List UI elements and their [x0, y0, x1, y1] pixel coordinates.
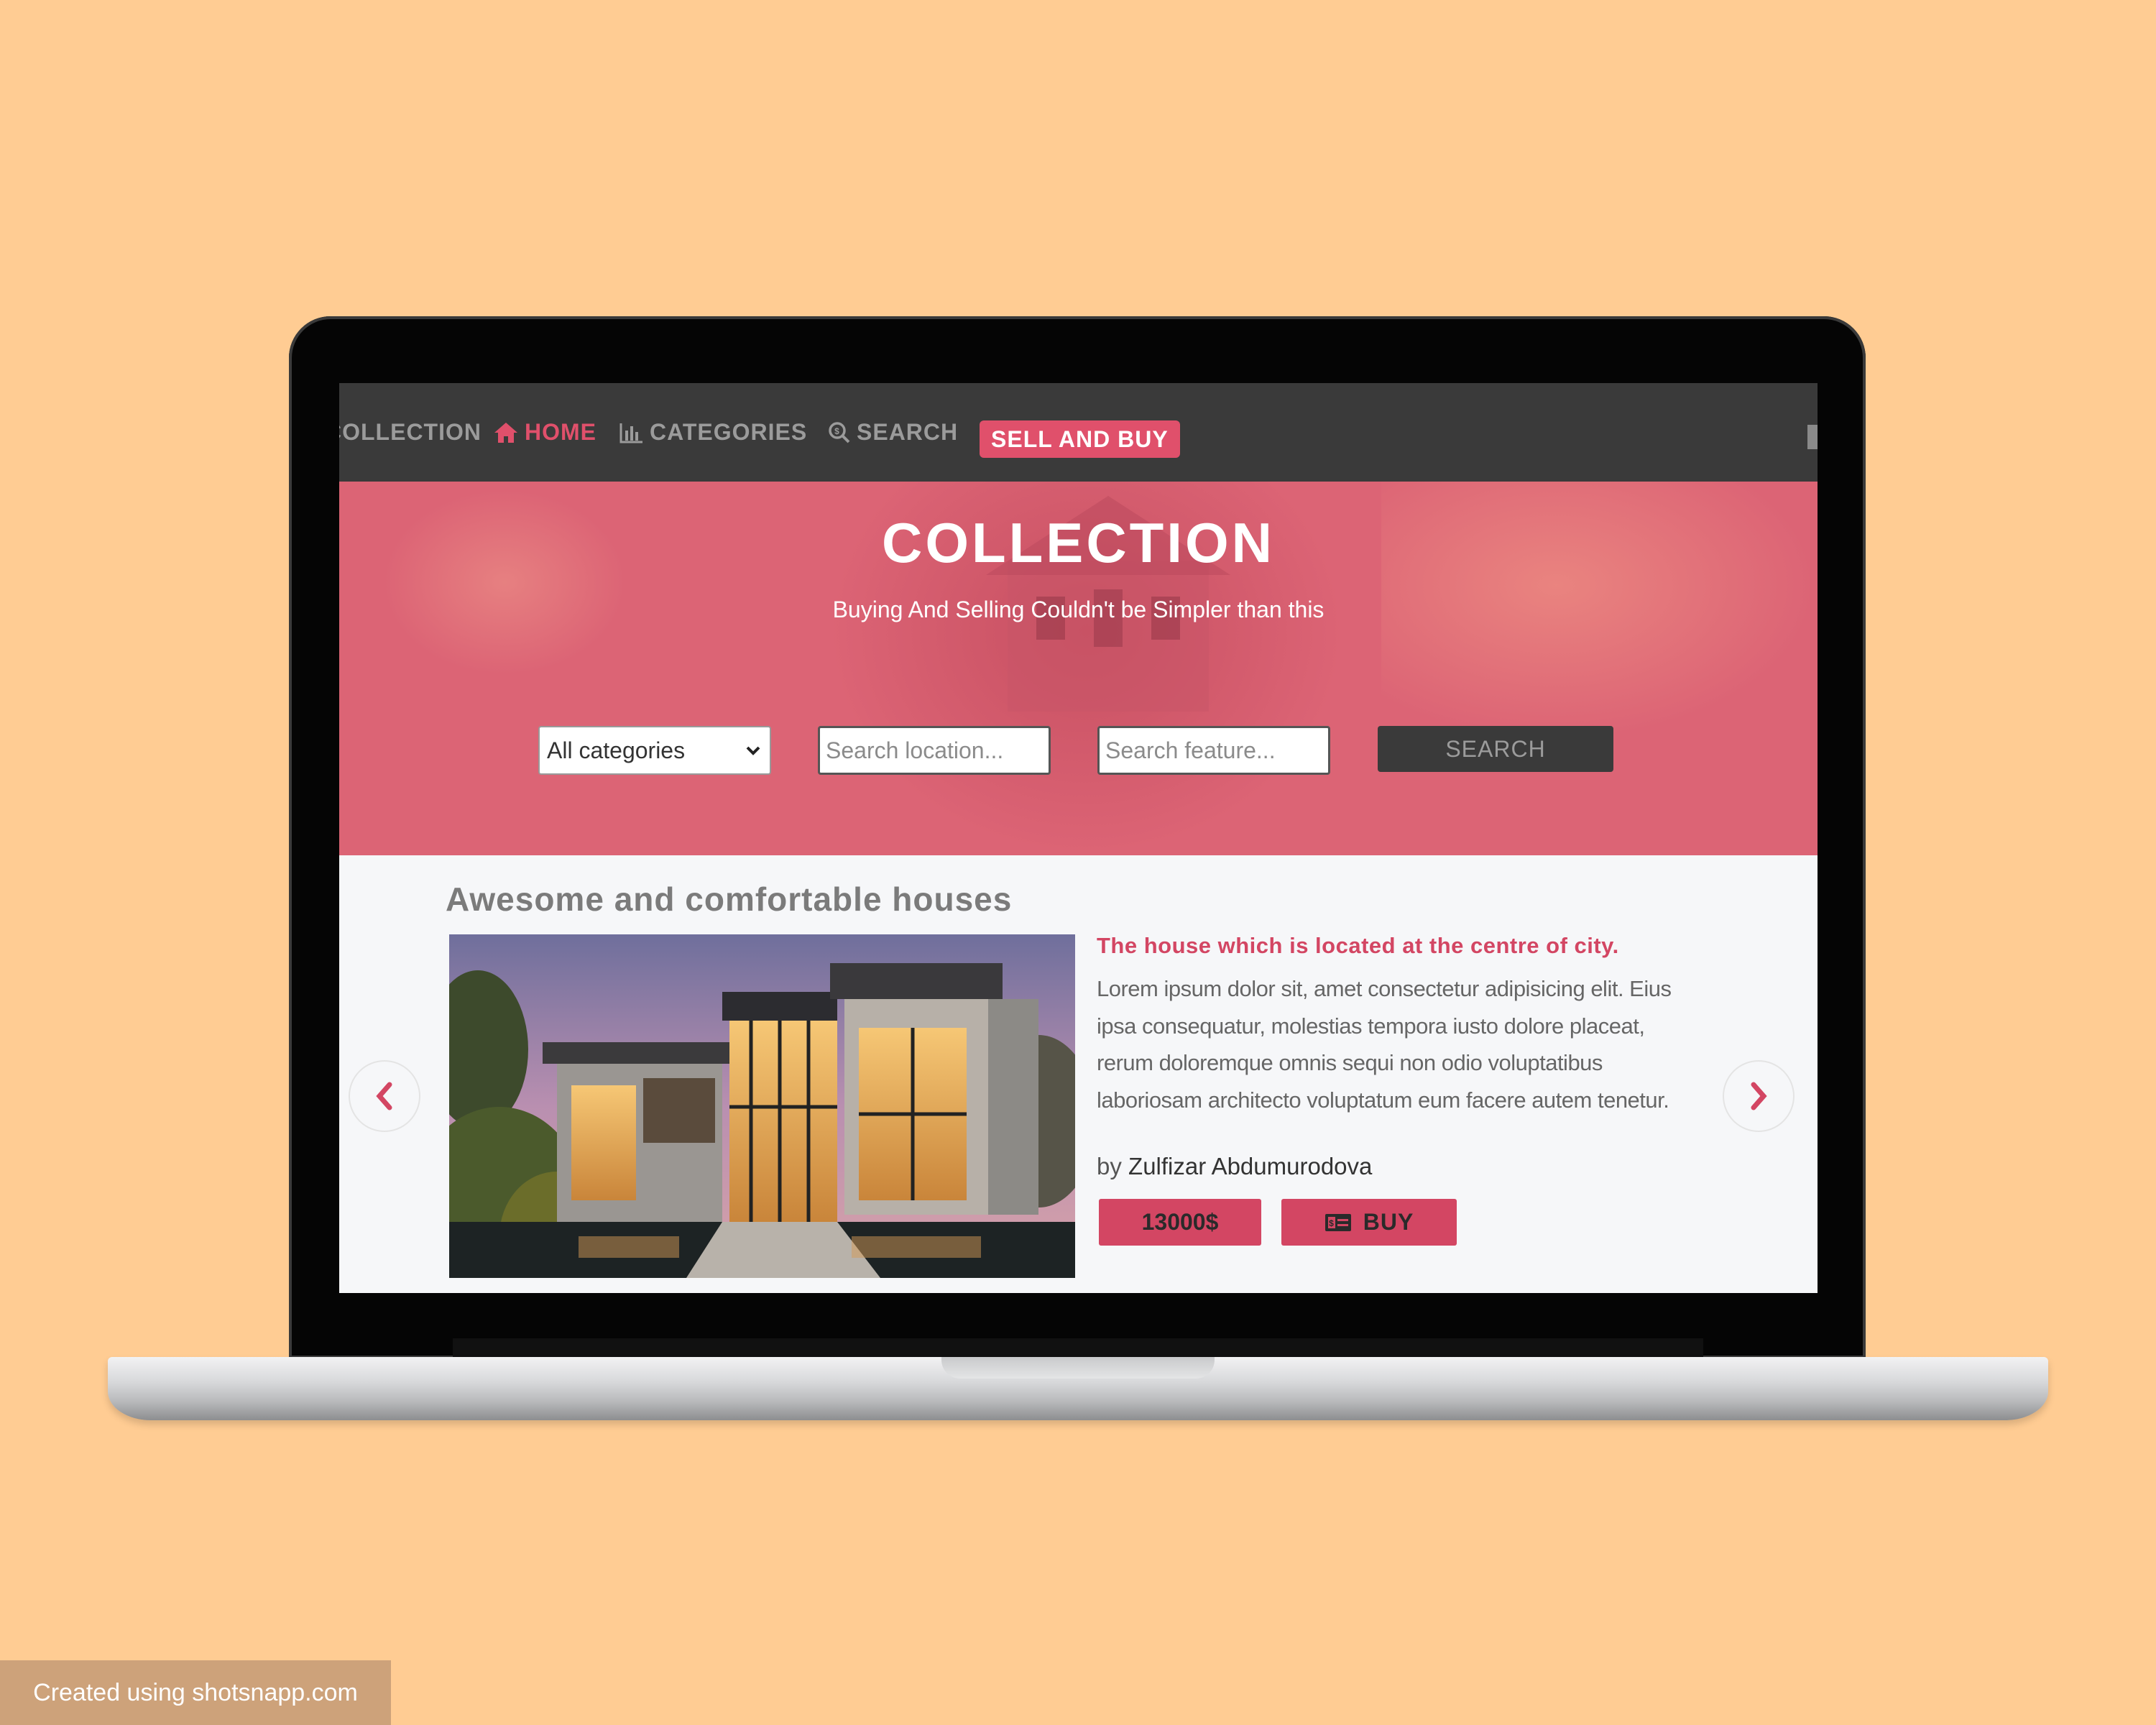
author-name: Zulfizar Abdumurodova [1128, 1153, 1373, 1179]
svg-text:$: $ [1329, 1218, 1335, 1228]
hero-banner: COLLECTION Buying And Selling Couldn't b… [339, 482, 1818, 855]
chevron-down-icon [744, 739, 763, 768]
laptop-hinge [453, 1338, 1703, 1357]
category-select[interactable]: All categories [538, 726, 771, 775]
chevron-left-icon [376, 1082, 392, 1110]
home-icon [493, 421, 519, 444]
carousel-next-button[interactable] [1723, 1060, 1795, 1132]
hero-title: COLLECTION [882, 511, 1275, 574]
watermark: Created using shotsnapp.com [0, 1660, 391, 1725]
buy-button[interactable]: $ BUY [1281, 1199, 1457, 1246]
house-photo [449, 934, 1075, 1278]
nav-brand[interactable]: COLLECTION [339, 383, 482, 482]
nav-categories-label: CATEGORIES [650, 419, 808, 445]
nav-categories-link[interactable]: CATEGORIES [619, 383, 807, 482]
menu-toggle-icon[interactable] [1807, 425, 1818, 449]
search-button[interactable]: SEARCH [1378, 726, 1613, 772]
search-form: All categories Search location... Search… [339, 726, 1818, 778]
listing-author: by Zulfizar Abdumurodova [1097, 1153, 1372, 1180]
search-icon: $ [828, 421, 851, 444]
location-search-input[interactable]: Search location... [818, 726, 1051, 775]
category-select-value: All categories [547, 737, 686, 763]
laptop-screen: COLLECTION HOME CATEGORIES $ SEARCH SELL… [339, 383, 1818, 1293]
nav-search-label: SEARCH [857, 419, 959, 445]
laptop-notch [941, 1357, 1215, 1379]
nav-search-link[interactable]: $ SEARCH [828, 383, 958, 482]
feature-search-input[interactable]: Search feature... [1097, 726, 1330, 775]
navbar: COLLECTION HOME CATEGORIES $ SEARCH SELL… [339, 383, 1818, 482]
chart-icon [619, 422, 644, 443]
section-title: Awesome and comfortable houses [446, 880, 1013, 918]
chevron-right-icon [1751, 1082, 1767, 1110]
listing-section: Awesome and comfortable houses The house… [339, 855, 1818, 1293]
nav-home-label: HOME [525, 419, 596, 445]
nav-home-link[interactable]: HOME [493, 383, 596, 482]
money-bill-icon: $ [1325, 1213, 1352, 1233]
svg-text:$: $ [834, 426, 840, 436]
buy-button-label: BUY [1363, 1209, 1414, 1235]
sell-and-buy-button[interactable]: SELL AND BUY [980, 420, 1180, 458]
price-button[interactable]: 13000$ [1099, 1199, 1261, 1246]
listing-heading: The house which is located at the centre… [1097, 933, 1619, 958]
carousel-prev-button[interactable] [349, 1060, 420, 1132]
author-prefix: by [1097, 1153, 1122, 1179]
listing-description: Lorem ipsum dolor sit, amet consectetur … [1097, 976, 1672, 1113]
hero-subtitle: Buying And Selling Couldn't be Simpler t… [832, 597, 1325, 622]
